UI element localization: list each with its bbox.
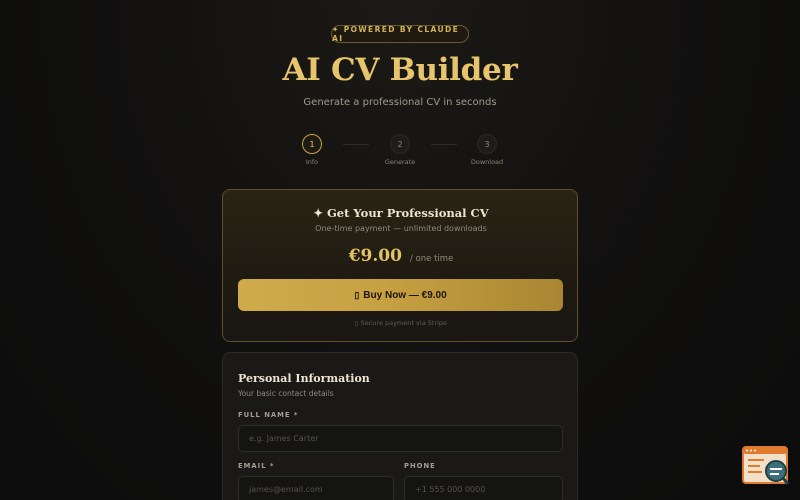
personal-info-card: Personal Information Your basic contact … bbox=[222, 352, 578, 500]
payment-card: ✦ Get Your Professional CV One-time paym… bbox=[222, 189, 578, 342]
email-label: EMAIL * bbox=[238, 462, 275, 470]
payment-subtitle: One-time payment — unlimited downloads bbox=[315, 224, 487, 233]
step-1-circle: 1 bbox=[302, 134, 322, 154]
price-row: €9.00 / one time bbox=[223, 246, 579, 266]
lock-icon: ▯ bbox=[354, 289, 360, 300]
secure-payment-note: ▯ Secure payment via Stripe bbox=[223, 319, 579, 327]
chat-search-icon bbox=[742, 446, 790, 485]
buy-now-label: Buy Now — €9.00 bbox=[363, 289, 447, 301]
price-amount: €9.00 bbox=[348, 246, 402, 266]
page-title: AI CV Builder bbox=[282, 52, 518, 88]
step-connector bbox=[431, 144, 457, 145]
floating-help-widget[interactable] bbox=[742, 446, 790, 486]
phone-input[interactable] bbox=[404, 476, 563, 500]
phone-label: PHONE bbox=[404, 462, 436, 470]
lock-icon: ▯ bbox=[354, 319, 359, 327]
payment-title: ✦ Get Your Professional CV bbox=[313, 206, 489, 220]
full-name-input[interactable] bbox=[238, 425, 563, 452]
buy-now-button[interactable]: ▯ Buy Now — €9.00 bbox=[238, 279, 563, 311]
full-name-label: FULL NAME * bbox=[238, 411, 299, 419]
step-2-label: Generate bbox=[384, 158, 416, 166]
price-unit: / one time bbox=[410, 254, 454, 264]
step-connector bbox=[343, 144, 369, 145]
powered-by-badge: ✦ POWERED BY CLAUDE AI bbox=[331, 25, 469, 43]
step-3-circle: 3 bbox=[477, 134, 497, 154]
page-subtitle: Generate a professional CV in seconds bbox=[303, 97, 497, 108]
step-1-label: Info bbox=[305, 158, 319, 166]
email-input[interactable] bbox=[238, 476, 394, 500]
secure-note-text: Secure payment via Stripe bbox=[360, 319, 448, 327]
step-3-label: Download bbox=[470, 158, 504, 166]
step-2-circle: 2 bbox=[390, 134, 410, 154]
section-title: Personal Information bbox=[238, 372, 370, 385]
section-subtitle: Your basic contact details bbox=[238, 389, 334, 398]
